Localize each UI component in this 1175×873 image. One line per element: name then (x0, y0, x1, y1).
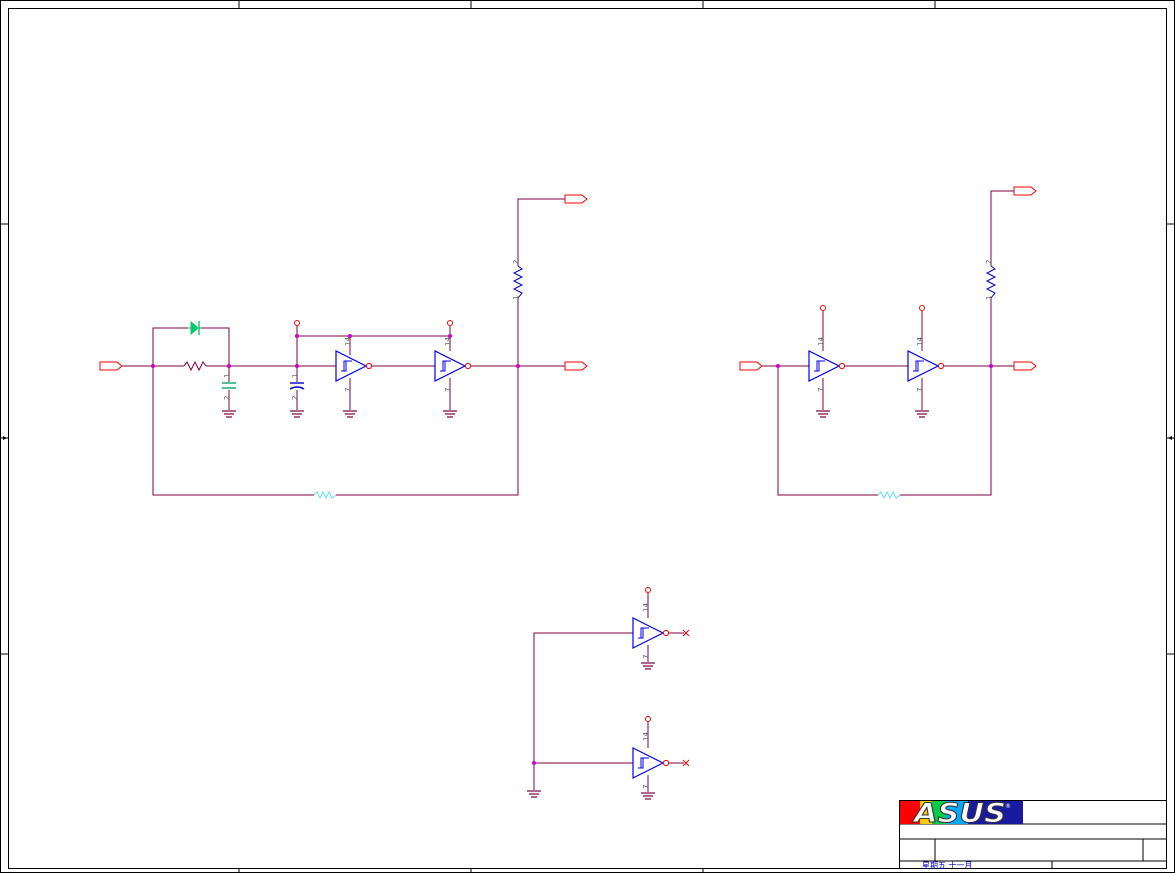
resistor-icon (985, 265, 997, 299)
capacitor-icon (289, 382, 305, 390)
pin-number: 7 (642, 785, 650, 789)
resistor-icon (313, 490, 337, 500)
vcc-icon (447, 320, 453, 326)
pin-number: 14 (642, 732, 650, 741)
vcc-icon (919, 305, 925, 311)
pin-number: 7 (817, 388, 825, 392)
resistor-icon (183, 360, 207, 372)
left-wires (122, 198, 565, 496)
junction-dot (227, 364, 231, 368)
pin-number: 1 (512, 296, 520, 300)
resistor-icon (512, 265, 524, 299)
pin-number: 1 (223, 374, 231, 378)
schmitt-inverter-icon (335, 350, 373, 382)
offpage-connector-icon (1013, 361, 1037, 371)
ground-icon (289, 410, 305, 418)
offpage-connector-icon (99, 361, 123, 371)
junction-dot (516, 364, 520, 368)
pin-number: 1 (291, 374, 299, 378)
schmitt-inverter-icon (632, 747, 670, 779)
diode-icon (188, 320, 201, 336)
junction-dot (295, 364, 299, 368)
sheet-border (0, 0, 1175, 873)
offpage-connector-icon (564, 194, 588, 204)
title-block: ASUS ® 星期五 十一月 (899, 798, 1167, 870)
resistor-icon (877, 490, 901, 500)
unused-gates: 14 7 14 7 (526, 587, 690, 800)
pin-number: 7 (642, 655, 650, 659)
schmitt-inverter-icon (434, 350, 472, 382)
pin-number: 14 (444, 337, 452, 346)
ground-icon (640, 662, 656, 670)
pin-number: 1 (985, 296, 993, 300)
ground-icon (221, 410, 237, 418)
vcc-icon (645, 587, 651, 593)
ground-icon (815, 410, 831, 418)
pin-number: 14 (642, 603, 650, 612)
left-circuit: 1 2 1 2 14 7 14 7 2 1 (99, 194, 588, 500)
schmitt-inverter-icon (907, 350, 945, 382)
vcc-icon (820, 305, 826, 311)
pin-number: 7 (444, 388, 452, 392)
schematic-sheet: 1 2 1 2 14 7 14 7 2 1 14 7 14 7 2 1 14 7… (0, 0, 1175, 873)
schmitt-inverter-icon (632, 617, 670, 649)
pin-number: 7 (916, 388, 924, 392)
junction-dot (348, 334, 352, 338)
vcc-icon (294, 320, 300, 326)
pin-number: 2 (223, 396, 231, 400)
junction-dot (295, 334, 299, 338)
ground-icon (526, 790, 542, 798)
pin-number: 14 (916, 337, 924, 346)
right-wires (762, 190, 1014, 496)
pin-number: 7 (344, 388, 352, 392)
offpage-connector-icon (564, 361, 588, 371)
logo-text: ASUS (912, 798, 1006, 829)
junction-dot (448, 334, 452, 338)
pin-number: 14 (344, 337, 352, 346)
offpage-connector-icon (1013, 186, 1037, 196)
ground-icon (442, 410, 458, 418)
capacitor-icon (222, 382, 236, 389)
offpage-connector-icon (739, 361, 763, 371)
ground-icon (342, 410, 358, 418)
vcc-icon (645, 716, 651, 722)
asus-logo: ASUS ® (900, 798, 1023, 830)
pin-number: 2 (512, 260, 520, 264)
ground-icon (914, 410, 930, 418)
schmitt-inverter-icon (808, 350, 846, 382)
ground-icon (640, 792, 656, 800)
pin-number: 2 (985, 260, 993, 264)
junction-dot (989, 364, 993, 368)
pin-number: 2 (291, 396, 299, 400)
registered-mark: ® (1005, 803, 1011, 810)
junction-dot (776, 364, 780, 368)
junction-dot (151, 364, 155, 368)
pin-number: 14 (817, 337, 825, 346)
junction-dot (532, 761, 536, 765)
title-date: 星期五 十一月 (922, 860, 973, 870)
right-circuit: 14 7 14 7 2 1 (739, 186, 1037, 500)
